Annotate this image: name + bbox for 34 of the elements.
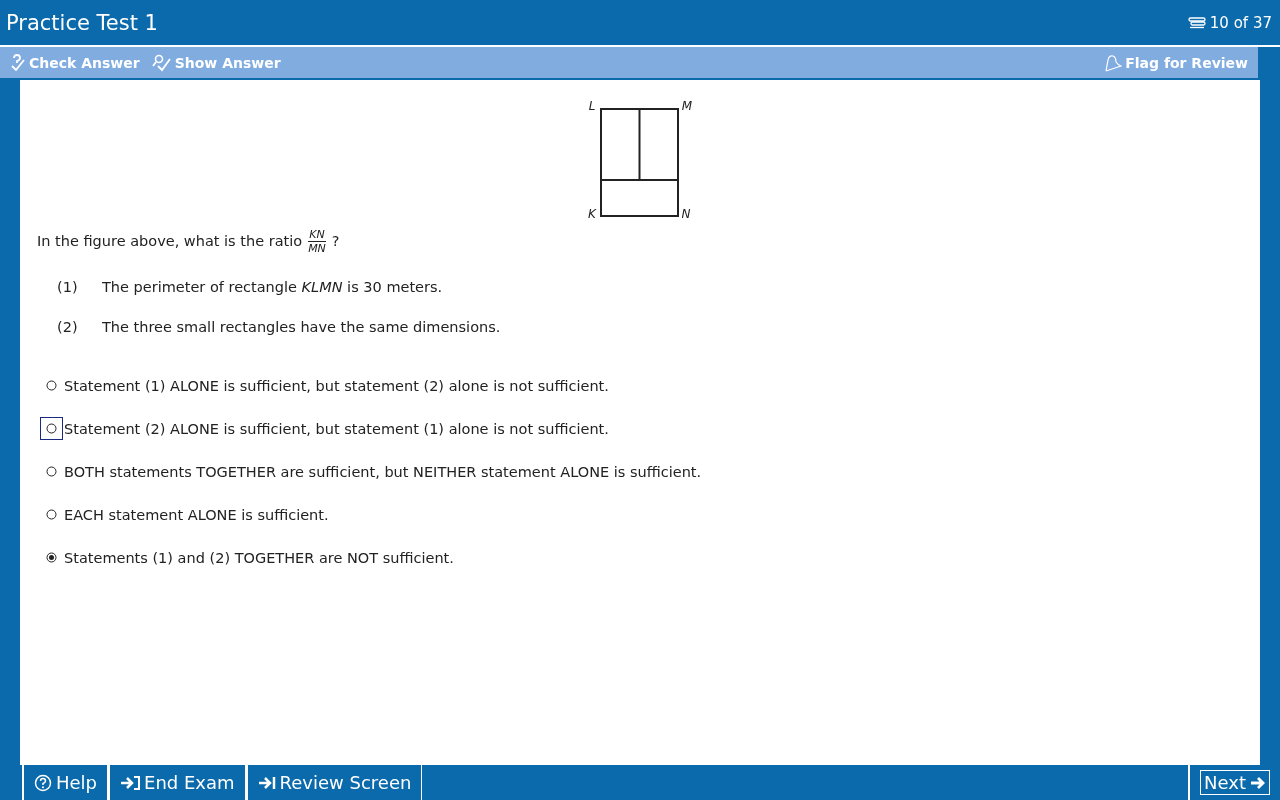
pages-icon (1187, 15, 1206, 30)
vertex-label: L (588, 99, 596, 113)
footer-button[interactable]: Review Screen (245, 765, 423, 800)
window-title: Practice Test 1 (6, 10, 158, 35)
answer-option[interactable]: EACH statement ALONE is sufficient. (64, 506, 329, 523)
vertex-label: N (681, 207, 691, 221)
arrow-to-bar-icon (257, 774, 276, 791)
statement-number: (1) (57, 278, 79, 297)
exit-icon (120, 774, 141, 791)
answer-option[interactable]: Statements (1) and (2) TOGETHER are NOT sufficient. (64, 549, 454, 566)
answer-option[interactable]: BOTH statements TOGETHER are sufficient, but NEITHER statement ALONE is sufficient. (64, 463, 702, 480)
footer-button[interactable]: Help (22, 765, 109, 800)
radio-button[interactable] (46, 552, 57, 563)
arrow-icon (1250, 774, 1266, 791)
help-icon (34, 773, 52, 792)
answer-option[interactable]: Statement (1) ALONE is sufficient, but statement (2) alone is not sufficient. (64, 377, 609, 394)
radio-button[interactable] (46, 509, 57, 520)
radio-button[interactable] (46, 423, 57, 434)
footer-button[interactable]: End Exam (108, 765, 246, 800)
vertex-label: K (588, 207, 596, 221)
answer-option[interactable]: Statement (2) ALONE is sufficient, but statement (1) alone is not sufficient. (64, 420, 609, 437)
statement-number: (2) (57, 318, 79, 337)
radio-button[interactable] (46, 380, 57, 391)
vertex-label: M (681, 99, 693, 113)
question-text: In the figure above, what is the ratio (37, 233, 303, 249)
statement-text: The three small rectangles have the same dimensions. (102, 318, 501, 337)
question-counter: 10 of 37 (1209, 13, 1272, 32)
person-check-icon (151, 53, 172, 72)
radio-button[interactable] (46, 466, 57, 477)
question-check-icon (10, 53, 26, 72)
statement-text: The perimeter of rectangle KLMN is 30 meters. (102, 278, 443, 297)
question-mark: ? (331, 233, 340, 249)
next-button[interactable]: Next (1200, 770, 1270, 795)
ratio-fraction: KN MN (308, 227, 326, 255)
